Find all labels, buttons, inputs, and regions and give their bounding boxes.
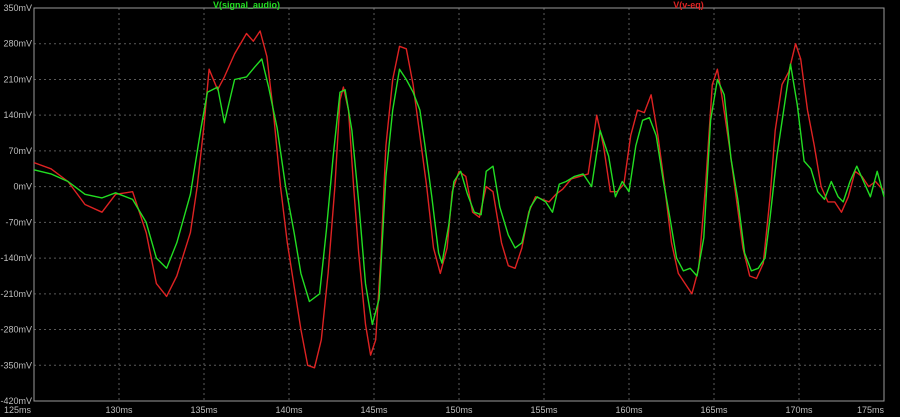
- waveform-plot: 350mV 280mV 210mV 140mV 70mV 0mV -70mV -140mV -2…: [0, 0, 900, 417]
- y-tick-label: -280mV: [0, 325, 32, 335]
- y-tick-label: -350mV: [0, 360, 32, 370]
- y-tick-label: 70mV: [8, 146, 32, 156]
- x-tick-label: 130ms: [105, 405, 133, 415]
- x-tick-label: 175ms: [857, 405, 885, 415]
- x-tick-label: 135ms: [190, 405, 218, 415]
- y-tick-label: -210mV: [0, 289, 32, 299]
- legend-label-0: V(signal_audio): [213, 0, 280, 10]
- y-tick-label: 210mV: [3, 74, 32, 84]
- y-tick-label: 0mV: [13, 182, 32, 192]
- x-tick-label: 165ms: [700, 405, 728, 415]
- x-tick-label: 170ms: [785, 405, 813, 415]
- y-tick-label: -140mV: [0, 253, 32, 263]
- legend-label-1: V(v-eq): [673, 0, 704, 10]
- x-tick-label: 150ms: [445, 405, 473, 415]
- y-tick-label: 280mV: [3, 39, 32, 49]
- y-tick-label: -70mV: [5, 217, 32, 227]
- y-tick-label: 350mV: [3, 3, 32, 13]
- x-tick-label: 155ms: [530, 405, 558, 415]
- x-tick-label: 125ms: [4, 405, 32, 415]
- x-tick-label: 160ms: [615, 405, 643, 415]
- y-tick-label: 140mV: [3, 110, 32, 120]
- x-tick-label: 140ms: [275, 405, 303, 415]
- x-tick-label: 145ms: [360, 405, 388, 415]
